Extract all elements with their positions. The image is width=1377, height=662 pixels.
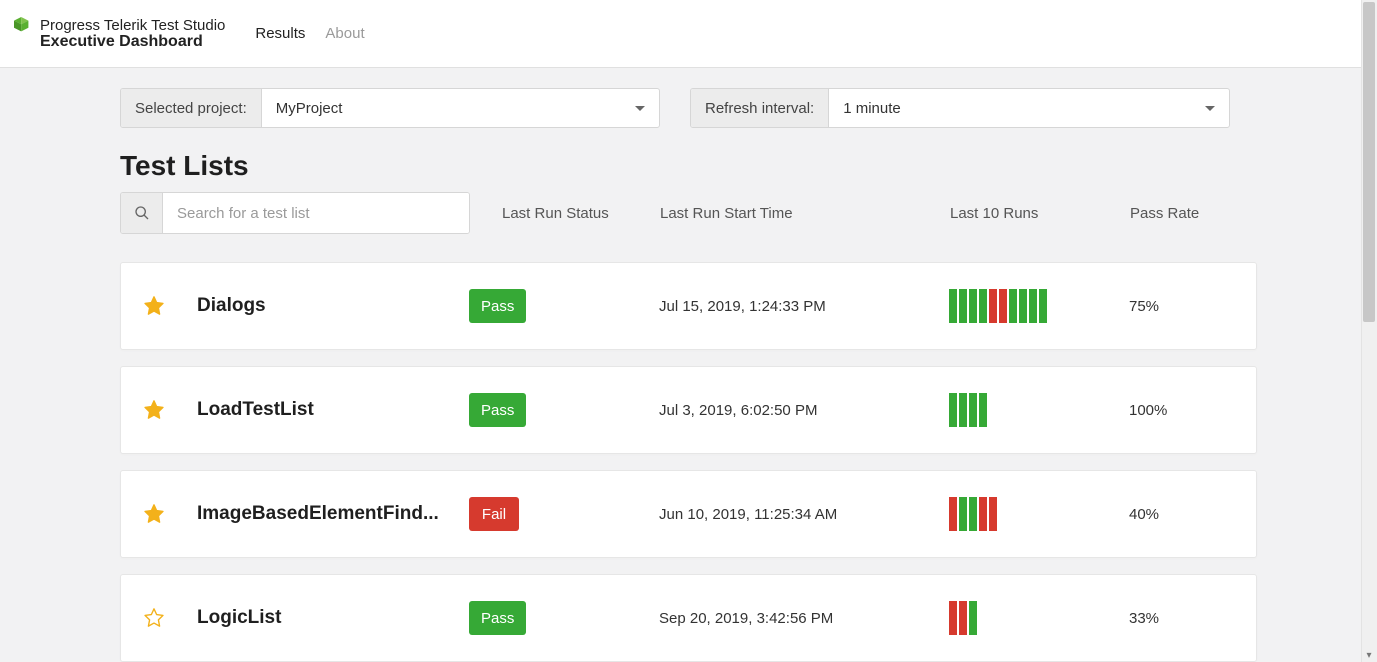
run-bar bbox=[969, 289, 977, 323]
project-select[interactable]: Selected project: MyProject bbox=[120, 88, 660, 128]
run-bar bbox=[989, 497, 997, 531]
run-bar bbox=[959, 289, 967, 323]
progress-logo-icon bbox=[12, 17, 34, 35]
filters-row: Selected project: MyProject Refresh inte… bbox=[120, 88, 1257, 128]
run-bar bbox=[969, 601, 977, 635]
chevron-down-icon bbox=[1205, 106, 1215, 111]
test-list-name: LoadTestList bbox=[197, 399, 469, 421]
nav-results[interactable]: Results bbox=[255, 25, 305, 42]
run-bar bbox=[959, 393, 967, 427]
test-list-row[interactable]: LoadTestListPass Jul 3, 2019, 6:02:50 PM 1… bbox=[120, 366, 1257, 454]
run-bar bbox=[979, 497, 987, 531]
status-badge: Pass bbox=[469, 601, 526, 635]
last-runs-sparkline bbox=[949, 393, 1129, 427]
run-bar bbox=[949, 289, 957, 323]
brand-block: Progress Telerik Test Studio Executive D… bbox=[12, 17, 225, 51]
favorite-toggle[interactable] bbox=[143, 399, 197, 421]
scroll-down-icon[interactable]: ▾ bbox=[1364, 650, 1374, 660]
status-cell: Pass bbox=[469, 393, 659, 427]
nav-about[interactable]: About bbox=[325, 25, 364, 42]
last-run-time: Sep 20, 2019, 3:42:56 PM bbox=[659, 610, 949, 627]
status-badge: Fail bbox=[469, 497, 519, 531]
favorite-toggle[interactable] bbox=[143, 503, 197, 525]
run-bar bbox=[969, 393, 977, 427]
run-bar bbox=[979, 393, 987, 427]
chevron-down-icon bbox=[635, 106, 645, 111]
test-list-name: ImageBasedElementFind... bbox=[197, 503, 469, 525]
search-icon bbox=[134, 205, 150, 221]
status-badge: Pass bbox=[469, 393, 526, 427]
star-icon bbox=[143, 295, 165, 317]
brand-title: Progress Telerik Test Studio bbox=[40, 17, 225, 34]
col-header-rate: Pass Rate bbox=[1130, 205, 1210, 222]
run-bar bbox=[989, 289, 997, 323]
scrollbar[interactable]: ▾ bbox=[1361, 0, 1377, 662]
main-content: Selected project: MyProject Refresh inte… bbox=[0, 68, 1377, 662]
star-icon bbox=[143, 503, 165, 525]
run-bar bbox=[1009, 289, 1017, 323]
status-cell: Pass bbox=[469, 601, 659, 635]
brand-subtitle: Executive Dashboard bbox=[40, 33, 225, 51]
last-run-time: Jun 10, 2019, 11:25:34 AM bbox=[659, 506, 949, 523]
refresh-value: 1 minute bbox=[843, 100, 901, 117]
last-runs-sparkline bbox=[949, 289, 1129, 323]
star-icon bbox=[143, 399, 165, 421]
test-list-cards: DialogsPassJul 15, 2019, 1:24:33 PM75% L… bbox=[120, 262, 1257, 662]
project-value: MyProject bbox=[276, 100, 343, 117]
search-input[interactable] bbox=[163, 193, 469, 233]
col-header-time: Last Run Start Time bbox=[660, 205, 950, 222]
test-list-row[interactable]: ImageBasedElementFind...Fail Jun 10, 2019… bbox=[120, 470, 1257, 558]
list-header-row: Last Run Status Last Run Start Time Last… bbox=[120, 192, 1257, 234]
scrollbar-thumb[interactable] bbox=[1363, 2, 1375, 322]
last-run-time: Jul 15, 2019, 1:24:33 PM bbox=[659, 298, 949, 315]
page-title: Test Lists bbox=[120, 150, 1257, 182]
search-button[interactable] bbox=[121, 193, 163, 233]
pass-rate: 75% bbox=[1129, 298, 1209, 315]
project-label: Selected project: bbox=[121, 89, 262, 127]
status-cell: Pass bbox=[469, 289, 659, 323]
run-bar bbox=[949, 601, 957, 635]
run-bar bbox=[979, 289, 987, 323]
pass-rate: 33% bbox=[1129, 610, 1209, 627]
search-box bbox=[120, 192, 470, 234]
col-header-status: Last Run Status bbox=[470, 205, 660, 222]
run-bar bbox=[959, 497, 967, 531]
last-runs-sparkline bbox=[949, 497, 1129, 531]
last-run-time: Jul 3, 2019, 6:02:50 PM bbox=[659, 402, 949, 419]
run-bar bbox=[969, 497, 977, 531]
test-list-name: LogicList bbox=[197, 607, 469, 629]
run-bar bbox=[1039, 289, 1047, 323]
favorite-toggle[interactable] bbox=[143, 295, 197, 317]
star-icon bbox=[143, 607, 165, 629]
run-bar bbox=[959, 601, 967, 635]
refresh-select[interactable]: Refresh interval: 1 minute bbox=[690, 88, 1230, 128]
run-bar bbox=[999, 289, 1007, 323]
pass-rate: 40% bbox=[1129, 506, 1209, 523]
run-bar bbox=[1029, 289, 1037, 323]
run-bar bbox=[1019, 289, 1027, 323]
app-header: Progress Telerik Test Studio Executive D… bbox=[0, 0, 1377, 68]
favorite-toggle[interactable] bbox=[143, 607, 197, 629]
test-list-name: Dialogs bbox=[197, 295, 469, 317]
refresh-label: Refresh interval: bbox=[691, 89, 829, 127]
run-bar bbox=[949, 393, 957, 427]
status-badge: Pass bbox=[469, 289, 526, 323]
run-bar bbox=[949, 497, 957, 531]
test-list-row[interactable]: LogicListPass Sep 20, 2019, 3:42:56 PM 33% bbox=[120, 574, 1257, 662]
status-cell: Fail bbox=[469, 497, 659, 531]
pass-rate: 100% bbox=[1129, 402, 1209, 419]
top-nav: Results About bbox=[255, 25, 364, 42]
last-runs-sparkline bbox=[949, 601, 1129, 635]
test-list-row[interactable]: DialogsPass Jul 15, 2019, 1:24:33 PM 75% bbox=[120, 262, 1257, 350]
col-header-runs: Last 10 Runs bbox=[950, 205, 1130, 222]
